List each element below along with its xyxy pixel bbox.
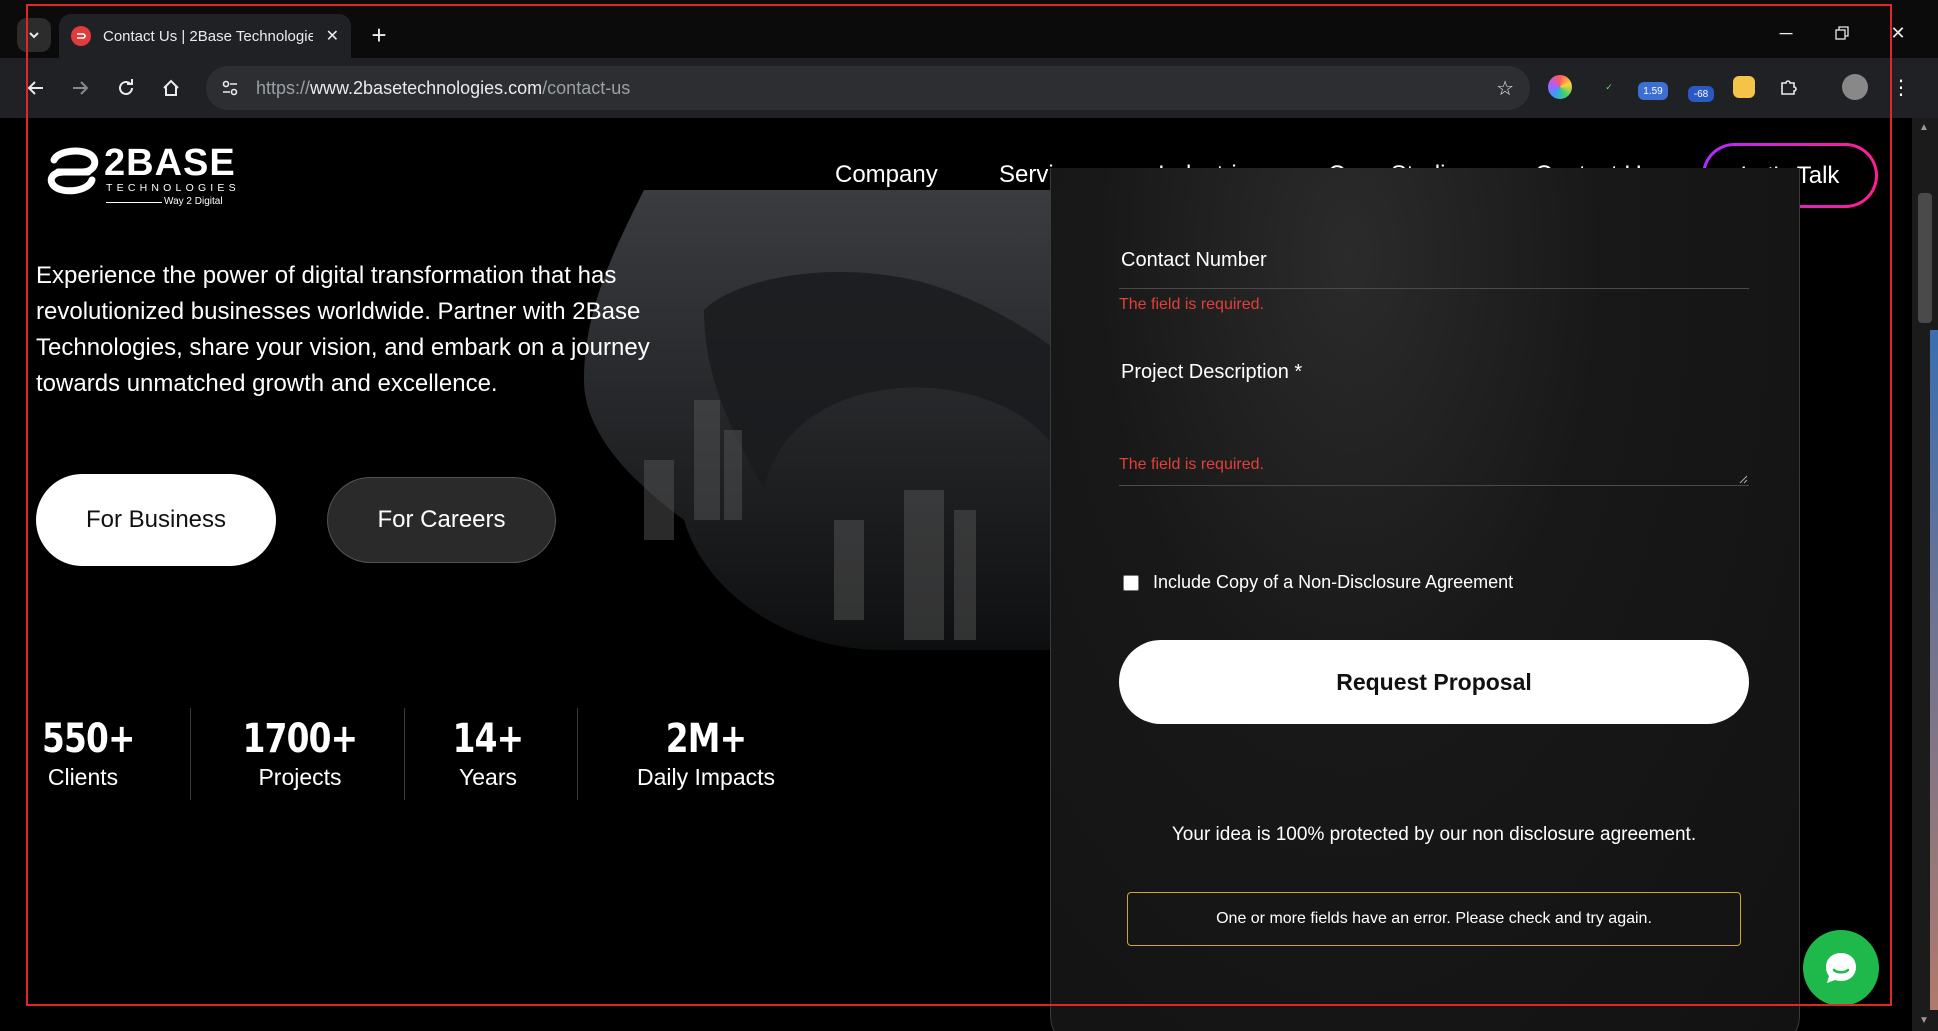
site-info-icon[interactable] — [218, 76, 242, 100]
more-menu-icon[interactable]: ⋮ — [1886, 72, 1916, 102]
contact-form-panel: Contact Number The field is required. Pr… — [1050, 168, 1800, 1031]
bookmark-star-icon[interactable]: ☆ — [1496, 76, 1514, 101]
browser-tab-active[interactable]: Contact Us | 2Base Technologies ✕ — [59, 14, 351, 58]
contact-number-label: Contact Number — [1121, 249, 1267, 271]
spellcheck-extension-icon[interactable]: ✓ — [1594, 72, 1624, 102]
for-business-button[interactable]: For Business — [36, 474, 276, 566]
restore-icon[interactable] — [1820, 18, 1864, 48]
stat-years: 14+ Years — [452, 716, 524, 790]
page-viewport: 2BASE TECHNOLOGIES Way 2 Digital Company… — [8, 118, 1912, 1031]
resize-handle-icon[interactable] — [1738, 474, 1748, 484]
tab-close-icon[interactable]: ✕ — [326, 26, 339, 46]
notes-extension-icon[interactable] — [1733, 76, 1755, 98]
nav-company[interactable]: Company — [835, 160, 938, 190]
browser-toolbar: https://www.2basetechnologies.com/contac… — [0, 58, 1938, 118]
stat-divider — [404, 708, 405, 800]
stat-projects: 1700+ Projects — [242, 716, 358, 790]
logo-wordmark: 2BASE — [104, 142, 236, 184]
chat-widget-button[interactable] — [1803, 930, 1879, 1006]
tab-search-button[interactable] — [17, 18, 51, 52]
2base-logo-icon — [47, 147, 99, 195]
chat-bubble-icon — [1826, 953, 1856, 983]
nda-checkbox-label[interactable]: Include Copy of a Non-Disclosure Agreeme… — [1153, 572, 1513, 593]
contact-number-error: The field is required. — [1119, 296, 1264, 313]
close-window-icon[interactable]: ✕ — [1876, 18, 1920, 48]
chevron-down-icon — [29, 32, 39, 39]
project-description-label: Project Description * — [1121, 361, 1303, 383]
contact-number-field[interactable] — [1119, 288, 1749, 289]
site-logo[interactable]: 2BASE TECHNOLOGIES Way 2 Digital — [44, 144, 236, 207]
scrollbar-thumb[interactable] — [1918, 193, 1932, 323]
request-proposal-button[interactable]: Request Proposal — [1119, 640, 1749, 724]
home-icon[interactable] — [155, 72, 187, 104]
project-description-error: The field is required. — [1119, 456, 1264, 473]
timer-extension-icon[interactable]: 1.59 — [1638, 82, 1668, 100]
days-counter-extension-icon[interactable]: -68 — [1688, 86, 1714, 102]
tab-title: Contact Us | 2Base Technologies — [103, 27, 313, 45]
for-careers-button[interactable]: For Careers — [327, 477, 556, 563]
site-favicon-icon — [71, 26, 91, 46]
logo-subtitle: TECHNOLOGIES — [106, 182, 240, 194]
adjacent-window-edge — [1930, 330, 1938, 1010]
reload-icon[interactable] — [110, 72, 142, 104]
stat-divider — [190, 708, 191, 800]
color-picker-extension-icon[interactable] — [1548, 75, 1572, 99]
form-error-message: One or more fields have an error. Please… — [1127, 892, 1741, 946]
browser-tab-strip: Contact Us | 2Base Technologies ✕ + ─ ✕ — [0, 0, 1938, 58]
scroll-down-icon[interactable]: ▼ — [1919, 1015, 1929, 1026]
new-tab-button[interactable]: + — [364, 20, 394, 50]
hero-paragraph: Experience the power of digital transfor… — [36, 262, 650, 397]
scroll-up-icon[interactable]: ▲ — [1919, 122, 1929, 133]
logo-rule — [106, 202, 162, 203]
puzzle-extension-icon[interactable] — [1774, 72, 1804, 102]
forward-arrow-icon[interactable] — [64, 72, 96, 104]
stat-clients: 550+ Clients — [42, 716, 135, 790]
address-bar[interactable]: https://www.2basetechnologies.com/contac… — [206, 66, 1530, 110]
minimize-icon[interactable]: ─ — [1764, 18, 1808, 48]
url-text: https://www.2basetechnologies.com/contac… — [256, 77, 631, 98]
nda-checkbox[interactable] — [1123, 575, 1139, 591]
stat-divider — [577, 708, 578, 800]
nda-note: Your idea is 100% protected by our non d… — [1171, 824, 1697, 845]
logo-tagline: Way 2 Digital — [164, 196, 223, 207]
profile-avatar[interactable] — [1842, 74, 1868, 100]
project-description-field[interactable] — [1119, 485, 1749, 486]
back-arrow-icon[interactable] — [20, 72, 52, 104]
stat-daily-impacts: 2M+ Daily Impacts — [636, 716, 776, 790]
